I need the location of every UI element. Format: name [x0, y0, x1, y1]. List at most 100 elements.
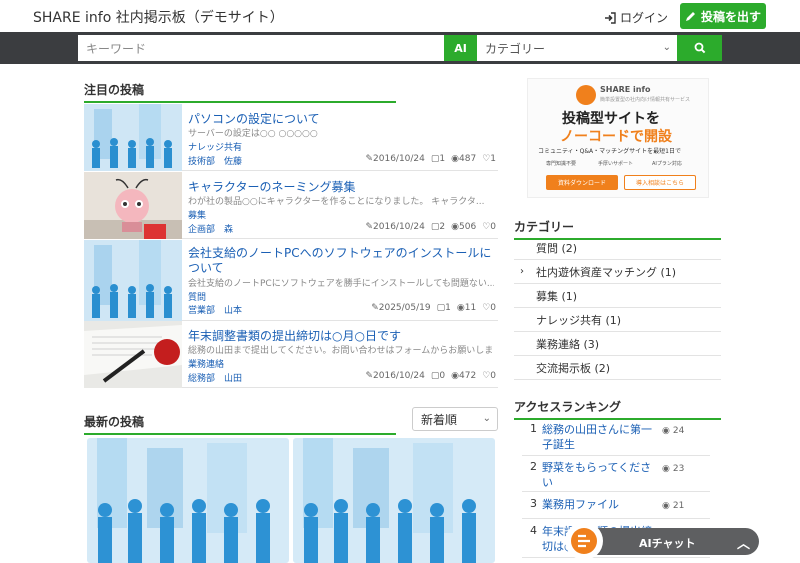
featured-item[interactable]: 会社支給のノートPCへのソフトウェアのインストールについて 会社支給のノートPC… — [84, 240, 498, 321]
post-author[interactable]: 技術部 佐藤 — [188, 154, 242, 167]
ai-chat-label: AIチャット — [639, 537, 696, 550]
ad-download-button[interactable]: 資料ダウンロード — [546, 175, 618, 190]
chevron-right-icon: › — [520, 266, 524, 277]
ad-line1: 投稿型サイトを — [562, 111, 660, 127]
ai-chat-bar[interactable]: AIチャット ︿ — [565, 522, 759, 560]
rank-number: 4 — [530, 524, 537, 537]
eye-icon: ◉ 21 — [662, 501, 685, 511]
comment-icon: ▢2 — [430, 222, 446, 232]
category-item[interactable]: ナレッジ共有 (1) — [514, 308, 721, 332]
category-item[interactable]: 業務連絡 (3) — [514, 332, 721, 356]
pencil-icon: ✎2025/05/19 — [371, 303, 431, 313]
post-meta: ✎2025/05/19 ▢1 ◉11 ♡0 — [371, 303, 496, 313]
eye-icon: ◉ 23 — [662, 464, 685, 474]
ad-brand: SHARE info — [600, 85, 651, 94]
ad-consult-button[interactable]: 導入相談はこちら — [624, 175, 696, 190]
chevron-up-icon[interactable]: ︿ — [737, 533, 750, 552]
post-category[interactable]: 募集 — [188, 208, 206, 221]
post-excerpt: わが社の製品○○にキャラクターを作ることになりました。 キャラクタ... — [188, 197, 485, 207]
featured-heading: 注目の投稿 — [84, 81, 396, 103]
post-title[interactable]: キャラクターのネーミング募集 — [188, 178, 356, 195]
post-category[interactable]: ナレッジ共有 — [188, 140, 242, 153]
post-author[interactable]: 総務部 山田 — [188, 371, 242, 384]
search-icon — [694, 42, 705, 54]
eye-icon: ◉506 — [451, 222, 477, 232]
category-item[interactable]: 募集 (1) — [514, 284, 721, 308]
category-item[interactable]: 交流掲示板 (2) — [514, 356, 721, 380]
latest-post-card[interactable] — [87, 438, 289, 563]
share-info-ad-banner[interactable]: SHARE info 簡単設置型の社内向け情報共有サービス 投稿型サイトを ノー… — [527, 78, 709, 198]
heart-icon: ♡0 — [482, 303, 496, 313]
share-info-logo-icon — [565, 522, 603, 560]
category-select[interactable]: カテゴリー ⌄ — [477, 35, 677, 61]
category-label: 質問 (2) — [536, 241, 578, 255]
search-bar: キーワード AI カテゴリー ⌄ — [0, 32, 800, 64]
eye-icon: ◉487 — [451, 154, 477, 164]
rank-number: 3 — [530, 497, 537, 510]
post-author[interactable]: 企画部 森 — [188, 222, 233, 235]
latest-heading: 最新の投稿 — [84, 413, 396, 435]
login-label: ログイン — [620, 11, 669, 25]
category-label: ナレッジ共有 (1) — [536, 313, 622, 327]
search-button[interactable] — [677, 35, 722, 61]
category-label: 業務連絡 (3) — [536, 337, 600, 351]
post-thumbnail[interactable] — [84, 172, 182, 239]
featured-item[interactable]: パソコンの設定について サーバーの設定は○○ ○○○○○ ナレッジ共有 技術部 … — [84, 104, 498, 171]
post-category[interactable]: 質問 — [188, 290, 206, 303]
eye-icon: ◉ 24 — [662, 426, 685, 436]
category-label: 交流掲示板 (2) — [536, 361, 611, 375]
ranking-item[interactable]: 1 総務の山田さんに第一子誕生 ◉ 24 — [522, 420, 710, 456]
comment-icon: ▢1 — [430, 154, 446, 164]
rank-number: 1 — [530, 422, 537, 435]
site-title[interactable]: SHARE info 社内掲示板（デモサイト） — [33, 7, 284, 27]
ad-tagline: 簡単設置型の社内向け情報共有サービス — [600, 97, 691, 103]
comment-icon: ▢1 — [436, 303, 451, 313]
rank-number: 2 — [530, 460, 537, 473]
pencil-icon: ✎2016/10/24 — [365, 371, 425, 381]
post-meta: ✎2016/10/24 ▢1 ◉487 ♡1 — [365, 154, 496, 164]
top-header: SHARE info 社内掲示板（デモサイト） ログイン 投稿を出す — [0, 0, 800, 32]
post-thumbnail[interactable] — [84, 240, 182, 321]
login-icon — [605, 11, 616, 24]
rank-title[interactable]: 業務用ファイル — [542, 497, 656, 512]
post-title[interactable]: 会社支給のノートPCへのソフトウェアのインストールについて — [188, 246, 494, 276]
ad-line3: コミュニティ・Q&A・マッチングサイトを最短1日で — [538, 148, 681, 155]
post-button-label: 投稿を出す — [700, 9, 761, 24]
sort-select[interactable]: 新着順 ⌄ — [412, 407, 498, 431]
ranking-item[interactable]: 3 業務用ファイル ◉ 21 — [522, 495, 710, 519]
category-item[interactable]: › 社内遊休資産マッチング (1) — [514, 260, 721, 284]
login-link[interactable]: ログイン — [604, 9, 668, 26]
heart-icon: ♡1 — [482, 154, 496, 164]
ai-search-button[interactable]: AI — [444, 35, 477, 61]
comment-icon: ▢0 — [430, 371, 446, 381]
eye-icon: ◉472 — [451, 371, 477, 381]
post-button[interactable]: 投稿を出す — [680, 3, 766, 29]
category-item[interactable]: 質問 (2) — [514, 236, 721, 260]
ad-line2: ノーコードで開設 — [560, 129, 672, 145]
latest-post-card[interactable] — [293, 438, 495, 563]
rank-title[interactable]: 総務の山田さんに第一子誕生 — [542, 422, 656, 452]
post-excerpt: 総務の山田まで提出してください。お問い合わせはフォームからお願いしま... — [188, 346, 494, 356]
featured-item[interactable]: 年末調整書類の提出締切は○月○日です 総務の山田まで提出してください。お問い合わ… — [84, 321, 498, 388]
post-excerpt: 会社支給のノートPCにソフトウェアを勝手にインストールしても問題ない... — [188, 279, 494, 289]
post-thumbnail[interactable] — [84, 104, 182, 171]
post-thumbnail[interactable] — [84, 321, 182, 388]
category-label: 募集 (1) — [536, 289, 578, 303]
chevron-down-icon: ⌄ — [662, 42, 671, 53]
ranking-item[interactable]: 2 野菜をもらってください ◉ 23 — [522, 458, 710, 492]
keyword-input[interactable]: キーワード — [78, 35, 444, 61]
post-title[interactable]: 年末調整書類の提出締切は○月○日です — [188, 327, 401, 344]
ad-feature-3: AIプラン対応 — [652, 161, 682, 167]
heart-icon: ♡0 — [482, 222, 496, 232]
post-meta: ✎2016/10/24 ▢0 ◉472 ♡0 — [365, 371, 496, 381]
post-title[interactable]: パソコンの設定について — [188, 110, 320, 127]
featured-item[interactable]: キャラクターのネーミング募集 わが社の製品○○にキャラクターを作ることになりまし… — [84, 172, 498, 239]
post-author[interactable]: 営業部 山本 — [188, 303, 242, 316]
post-category[interactable]: 業務連絡 — [188, 357, 224, 370]
category-label: 社内遊休資産マッチング (1) — [536, 265, 677, 279]
eye-icon: ◉11 — [456, 303, 477, 313]
ad-feature-1: 専門知識不要 — [546, 161, 577, 167]
rank-title[interactable]: 野菜をもらってください — [542, 460, 656, 490]
post-meta: ✎2016/10/24 ▢2 ◉506 ♡0 — [365, 222, 496, 232]
heart-icon: ♡0 — [482, 371, 496, 381]
